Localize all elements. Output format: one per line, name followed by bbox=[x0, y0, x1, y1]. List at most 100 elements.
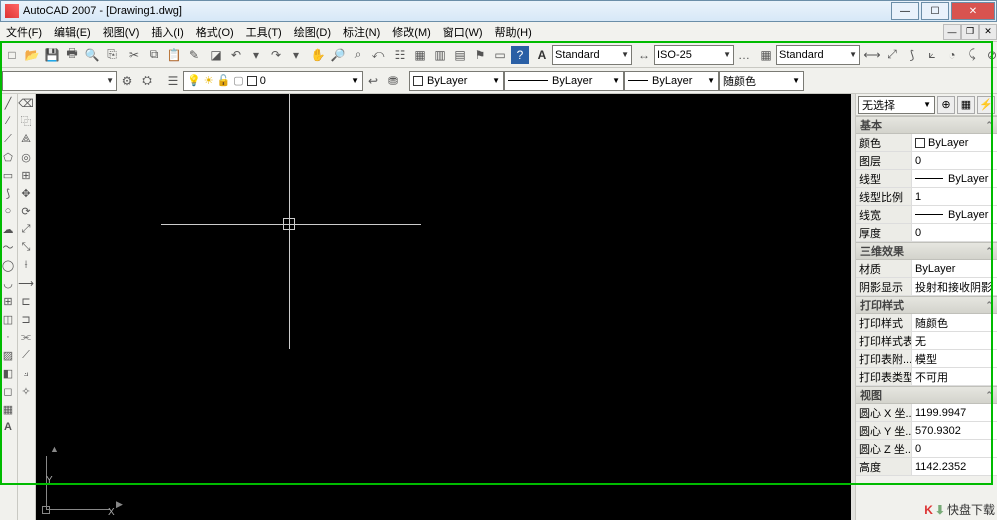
menu-window[interactable]: 窗口(W) bbox=[439, 23, 487, 41]
redo-drop-icon[interactable]: ▾ bbox=[287, 46, 305, 64]
preview-icon[interactable]: 🔍 bbox=[83, 46, 101, 64]
textstyle-icon[interactable]: A bbox=[533, 46, 551, 64]
markup-icon[interactable]: ⚑ bbox=[471, 46, 489, 64]
dimstyle-dropdown[interactable]: ISO-25▼ bbox=[654, 45, 734, 65]
ssm-icon[interactable]: ▤ bbox=[451, 46, 469, 64]
break-pt-icon[interactable]: ⊏ bbox=[18, 293, 34, 309]
menu-help[interactable]: 帮助(H) bbox=[491, 23, 536, 41]
ws-save-icon[interactable]: ⛭ bbox=[138, 72, 156, 90]
drawing-canvas[interactable]: Y X ▲▶ bbox=[36, 94, 851, 520]
close-button[interactable]: ✕ bbox=[951, 2, 995, 20]
new-icon[interactable]: □ bbox=[3, 46, 21, 64]
open-icon[interactable]: 📂 bbox=[23, 46, 41, 64]
xline-icon[interactable]: ∕ bbox=[0, 113, 16, 129]
dc-icon[interactable]: ▦ bbox=[411, 46, 429, 64]
layer-prev-icon[interactable]: ↩ bbox=[364, 72, 382, 90]
table-icon[interactable]: ▦ bbox=[0, 401, 16, 417]
undo-icon[interactable]: ↶ bbox=[227, 46, 245, 64]
zoom-win-icon[interactable]: ⌕ bbox=[349, 46, 367, 64]
polygon-icon[interactable]: ⬠ bbox=[0, 149, 16, 165]
paste-icon[interactable]: 📋 bbox=[165, 46, 183, 64]
ellipse-icon[interactable]: ◯ bbox=[0, 257, 16, 273]
block-make-icon[interactable]: ◫ bbox=[0, 311, 16, 327]
calc-icon[interactable]: ▭ bbox=[491, 46, 509, 64]
undo-drop-icon[interactable]: ▾ bbox=[247, 46, 265, 64]
break-icon[interactable]: ⊐ bbox=[18, 311, 34, 327]
pline-icon[interactable]: ⟋ bbox=[0, 131, 16, 147]
properties-icon[interactable]: ☷ bbox=[391, 46, 409, 64]
quickselect-icon[interactable]: ⊕ bbox=[937, 96, 955, 114]
mdi-close-button[interactable]: ✕ bbox=[979, 24, 997, 40]
plotstyle-dropdown[interactable]: 随颜色▼ bbox=[719, 71, 804, 91]
color-dropdown[interactable]: ByLayer▼ bbox=[409, 71, 504, 91]
tablestyle-dropdown[interactable]: Standard▼ bbox=[776, 45, 860, 65]
chamfer-icon[interactable]: ⟋ bbox=[18, 347, 34, 363]
pickadd-icon[interactable]: ⚡ bbox=[977, 96, 995, 114]
copy-obj-icon[interactable]: ⿻ bbox=[18, 113, 34, 129]
array-icon[interactable]: ⊞ bbox=[18, 167, 34, 183]
ellipse-arc-icon[interactable]: ◡ bbox=[0, 275, 16, 291]
textstyle-dropdown[interactable]: Standard▼ bbox=[552, 45, 632, 65]
stretch-icon[interactable]: ⤡ bbox=[18, 239, 34, 255]
workspace-dropdown[interactable]: ▼ bbox=[2, 71, 117, 91]
menu-format[interactable]: 格式(O) bbox=[192, 23, 238, 41]
zoom-prev-icon[interactable]: ⤺ bbox=[369, 46, 387, 64]
layer-states-icon[interactable]: ⛃ bbox=[384, 72, 402, 90]
save-icon[interactable]: 💾 bbox=[43, 46, 61, 64]
fillet-icon[interactable]: ⟓ bbox=[18, 365, 34, 381]
linetype-dropdown[interactable]: ByLayer▼ bbox=[504, 71, 624, 91]
mirror-icon[interactable]: ⟁ bbox=[18, 131, 34, 147]
arc-icon[interactable]: ⟆ bbox=[0, 185, 16, 201]
match-icon[interactable]: ✎ bbox=[185, 46, 203, 64]
hatch-icon[interactable]: ▨ bbox=[0, 347, 16, 363]
region-icon[interactable]: ◻ bbox=[0, 383, 16, 399]
rotate-icon[interactable]: ⟳ bbox=[18, 203, 34, 219]
tablestyle-icon[interactable]: ▦ bbox=[757, 46, 775, 64]
erase-icon[interactable]: ⌫ bbox=[18, 95, 34, 111]
dim-ord-icon[interactable]: ⟀ bbox=[923, 46, 941, 64]
dim-radius-icon[interactable]: ◔ bbox=[943, 46, 961, 64]
mtext-icon[interactable]: A bbox=[0, 419, 16, 435]
join-icon[interactable]: ⫘ bbox=[18, 329, 34, 345]
layerprops-icon[interactable]: ☰ bbox=[164, 72, 182, 90]
circle-icon[interactable]: ○ bbox=[0, 203, 16, 219]
mdi-restore-button[interactable]: ❐ bbox=[961, 24, 979, 40]
dim-jog-icon[interactable]: ⤹ bbox=[963, 46, 981, 64]
offset-icon[interactable]: ◎ bbox=[18, 149, 34, 165]
scale-icon[interactable]: ⤢ bbox=[18, 221, 34, 237]
trim-icon[interactable]: ⟊ bbox=[18, 257, 34, 273]
revcloud-icon[interactable]: ☁ bbox=[0, 221, 16, 237]
gradient-icon[interactable]: ◧ bbox=[0, 365, 16, 381]
menu-draw[interactable]: 绘图(D) bbox=[290, 23, 335, 41]
dim-aligned-icon[interactable]: ⤢ bbox=[883, 46, 901, 64]
maximize-button[interactable]: ☐ bbox=[921, 2, 949, 20]
spline-icon[interactable]: 〜 bbox=[0, 239, 16, 255]
point-icon[interactable]: · bbox=[0, 329, 16, 345]
menu-view[interactable]: 视图(V) bbox=[99, 23, 144, 41]
layer-dropdown[interactable]: 💡☀🔓▢ 0 ▼ bbox=[183, 71, 363, 91]
help-icon[interactable]: ? bbox=[511, 46, 529, 64]
cat-view[interactable]: 视图⌃ bbox=[856, 386, 997, 404]
zoom-rt-icon[interactable]: 🔎 bbox=[329, 46, 347, 64]
mdi-minimize-button[interactable]: — bbox=[943, 24, 961, 40]
minimize-button[interactable]: — bbox=[891, 2, 919, 20]
menu-dim[interactable]: 标注(N) bbox=[339, 23, 384, 41]
cat-plot[interactable]: 打印样式⌃ bbox=[856, 296, 997, 314]
selection-dropdown[interactable]: 无选择▼ bbox=[858, 96, 935, 114]
ws-settings-icon[interactable]: ⚙ bbox=[118, 72, 136, 90]
block-icon[interactable]: ◪ bbox=[207, 46, 225, 64]
tp-icon[interactable]: ▥ bbox=[431, 46, 449, 64]
cat-3d[interactable]: 三维效果⌃ bbox=[856, 242, 997, 260]
explode-icon[interactable]: ✧ bbox=[18, 383, 34, 399]
line-icon[interactable]: ╱ bbox=[0, 95, 16, 111]
dim-more-icon[interactable]: … bbox=[735, 46, 753, 64]
cut-icon[interactable]: ✂ bbox=[125, 46, 143, 64]
menu-edit[interactable]: 编辑(E) bbox=[50, 23, 95, 41]
dimstyle-icon[interactable]: ↔ bbox=[635, 46, 653, 64]
plot-icon[interactable]: 🖶 bbox=[63, 46, 81, 64]
copy-icon[interactable]: ⧉ bbox=[145, 46, 163, 64]
menu-modify[interactable]: 修改(M) bbox=[388, 23, 435, 41]
dim-diameter-icon[interactable]: ⊘ bbox=[983, 46, 997, 64]
pan-icon[interactable]: ✋ bbox=[309, 46, 327, 64]
cat-basic[interactable]: 基本⌃ bbox=[856, 116, 997, 134]
